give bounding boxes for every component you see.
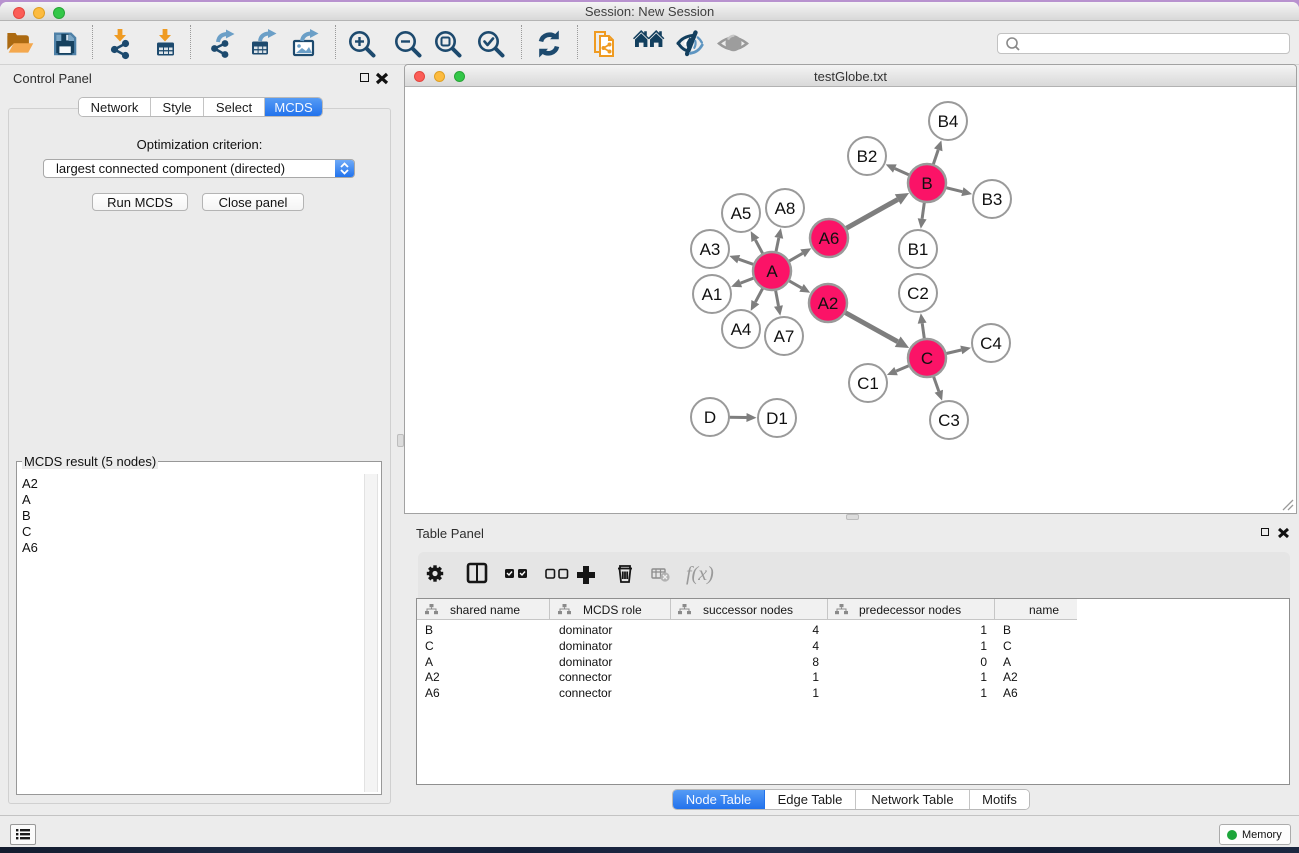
svg-text:A6: A6 bbox=[819, 229, 840, 248]
svg-text:C4: C4 bbox=[980, 334, 1002, 353]
svg-text:C3: C3 bbox=[938, 411, 960, 430]
svg-text:A1: A1 bbox=[702, 285, 723, 304]
svg-text:C1: C1 bbox=[857, 374, 879, 393]
svg-text:C: C bbox=[921, 349, 933, 368]
svg-text:A3: A3 bbox=[700, 240, 721, 259]
svg-text:B2: B2 bbox=[857, 147, 878, 166]
svg-text:B1: B1 bbox=[908, 240, 929, 259]
svg-text:B3: B3 bbox=[982, 190, 1003, 209]
svg-text:D1: D1 bbox=[766, 409, 788, 428]
svg-text:B4: B4 bbox=[938, 112, 959, 131]
svg-text:D: D bbox=[704, 408, 716, 427]
svg-text:B: B bbox=[921, 174, 932, 193]
svg-text:A4: A4 bbox=[731, 320, 752, 339]
svg-text:C2: C2 bbox=[907, 284, 929, 303]
svg-text:A8: A8 bbox=[775, 199, 796, 218]
svg-text:A7: A7 bbox=[774, 327, 795, 346]
svg-text:A5: A5 bbox=[731, 204, 752, 223]
svg-text:A: A bbox=[766, 262, 778, 281]
svg-text:f(x): f(x) bbox=[686, 563, 714, 585]
svg-text:A2: A2 bbox=[818, 294, 839, 313]
